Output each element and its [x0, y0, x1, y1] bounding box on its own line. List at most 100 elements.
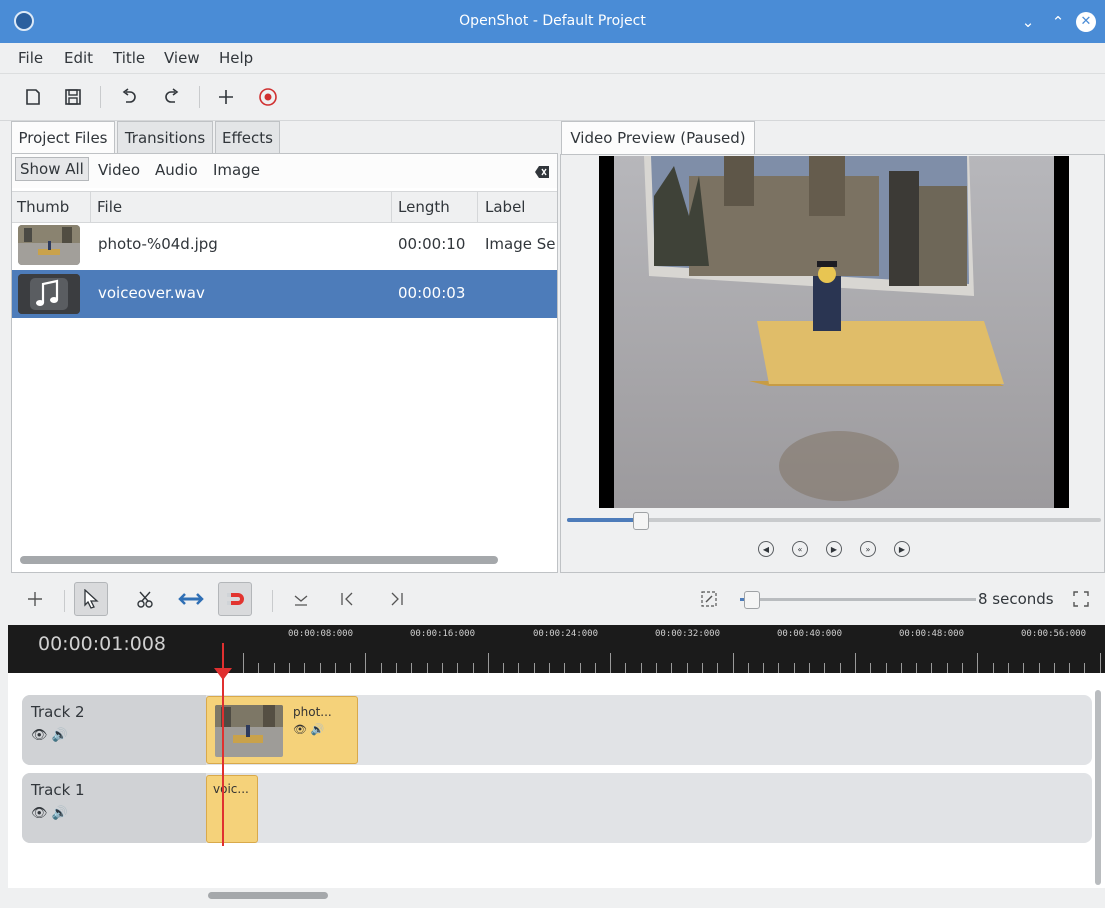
ruler-tick — [580, 663, 581, 673]
timeline-toolbar: 8 seconds — [0, 574, 1105, 624]
ruler-tick — [396, 663, 397, 673]
column-label[interactable]: Label — [485, 198, 525, 216]
add-track-icon[interactable] — [18, 582, 52, 616]
close-icon[interactable]: ✕ — [1076, 12, 1096, 32]
magnet-icon[interactable] — [218, 582, 252, 616]
tab-effects[interactable]: Effects — [215, 121, 280, 153]
ruler-tick — [855, 653, 856, 673]
clear-filter-icon[interactable] — [535, 164, 549, 182]
menu-file[interactable]: File — [18, 49, 43, 67]
ruler-label: 00:00:48:000 — [899, 629, 965, 639]
menu-title[interactable]: Title — [113, 49, 145, 67]
column-thumb[interactable]: Thumb — [17, 198, 69, 216]
playhead-line[interactable] — [222, 643, 224, 846]
file-name: voiceover.wav — [98, 284, 205, 302]
zoom-handle[interactable] — [744, 591, 760, 609]
speaker-icon[interactable]: 🔊 — [310, 723, 324, 736]
ruler-tick — [1100, 653, 1101, 673]
seek-slider[interactable] — [567, 512, 1101, 530]
ruler-tick — [473, 663, 474, 673]
current-timecode: 00:00:01:008 — [38, 633, 166, 655]
ruler-tick — [824, 663, 825, 673]
ruler-tick — [702, 663, 703, 673]
track-visibility-audio-icons[interactable]: 👁 🔊 — [31, 806, 68, 821]
column-file[interactable]: File — [97, 198, 122, 216]
fullscreen-icon[interactable] — [1064, 582, 1098, 616]
filter-image[interactable]: Image — [213, 161, 260, 179]
file-list-header: Thumb File Length Label — [12, 191, 557, 223]
razor-tool-icon[interactable] — [128, 582, 162, 616]
fast-forward-icon[interactable]: » — [860, 541, 876, 557]
ruler-tick — [625, 663, 626, 673]
ruler-tick — [840, 663, 841, 673]
snapping-arrows-icon[interactable] — [174, 582, 208, 616]
filter-show-all[interactable]: Show All — [15, 157, 89, 181]
new-project-icon[interactable] — [18, 82, 48, 112]
ruler-tick — [977, 653, 978, 673]
clip-label: voic... — [213, 782, 249, 796]
menu-help[interactable]: Help — [219, 49, 253, 67]
ruler-tick — [931, 663, 932, 673]
tab-project-files[interactable]: Project Files — [11, 121, 115, 155]
ruler-tick — [687, 663, 688, 673]
project-files-panel: Project Files Transitions Effects Show A… — [8, 121, 558, 573]
zoom-fit-icon[interactable] — [692, 582, 726, 616]
eye-icon[interactable]: 👁 — [293, 723, 307, 736]
filter-audio[interactable]: Audio — [155, 161, 198, 179]
export-video-icon[interactable] — [253, 82, 283, 112]
jump-start-icon[interactable]: ◀ — [758, 541, 774, 557]
tab-video-preview[interactable]: Video Preview (Paused) — [561, 121, 755, 155]
previous-marker-icon[interactable] — [330, 582, 364, 616]
eye-icon[interactable]: 👁 — [31, 806, 48, 821]
ruler-tick — [1069, 663, 1070, 673]
ruler-tick — [595, 663, 596, 673]
track-1-header[interactable]: Track 1 👁 🔊 — [22, 773, 206, 843]
ruler-tick — [427, 663, 428, 673]
file-name: photo-%04d.jpg — [98, 235, 218, 253]
track-visibility-audio-icons[interactable]: 👁 🔊 — [31, 728, 68, 743]
tab-transitions[interactable]: Transitions — [117, 121, 213, 153]
ruler-tick — [1008, 663, 1009, 673]
maximize-icon[interactable]: ⌃ — [1048, 12, 1068, 32]
speaker-icon[interactable]: 🔊 — [52, 806, 68, 821]
track-2-header[interactable]: Track 2 👁 🔊 — [22, 695, 206, 765]
import-files-icon[interactable] — [211, 82, 241, 112]
track-name: Track 1 — [31, 781, 85, 799]
clip-voiceover[interactable]: voic... — [206, 775, 258, 843]
eye-icon[interactable]: 👁 — [31, 728, 48, 743]
ruler-tick — [488, 653, 489, 673]
ruler-tick — [381, 663, 382, 673]
zoom-slider[interactable] — [740, 591, 976, 609]
jump-end-icon[interactable]: ▶ — [894, 541, 910, 557]
timeline-tracks: Track 2 👁 🔊 phot... 👁 🔊 Track 1 👁 🔊 voic… — [8, 673, 1105, 888]
menu-view[interactable]: View — [164, 49, 200, 67]
filter-video[interactable]: Video — [98, 161, 140, 179]
minimize-icon[interactable]: ⌄ — [1018, 12, 1038, 32]
redo-icon[interactable] — [157, 82, 187, 112]
save-project-icon[interactable] — [58, 82, 88, 112]
clip-photo[interactable]: phot... 👁 🔊 — [206, 696, 358, 764]
timeline-ruler[interactable]: 00:00:01:008 00:00:08:000 00:00:16:000 0… — [8, 625, 1105, 673]
tracks-vertical-scrollbar[interactable] — [1095, 690, 1101, 885]
select-tool-icon[interactable] — [74, 582, 108, 616]
ruler-tick — [564, 663, 565, 673]
file-row-photo[interactable]: photo-%04d.jpg 00:00:10 Image Se — [12, 221, 557, 269]
ruler-tick — [870, 663, 871, 673]
ruler-tick — [274, 663, 275, 673]
clip-icons: 👁 🔊 — [293, 723, 324, 736]
speaker-icon[interactable]: 🔊 — [52, 728, 68, 743]
tracks-horizontal-scrollbar[interactable] — [208, 892, 328, 899]
clip-thumbnail — [215, 705, 283, 757]
rewind-icon[interactable]: « — [792, 541, 808, 557]
next-marker-icon[interactable] — [380, 582, 414, 616]
undo-icon[interactable] — [114, 82, 144, 112]
play-icon[interactable]: ▶ — [826, 541, 842, 557]
column-length[interactable]: Length — [398, 198, 450, 216]
file-list-scrollbar[interactable] — [20, 556, 498, 564]
ruler-tick — [763, 663, 764, 673]
zoom-label: 8 seconds — [978, 590, 1054, 608]
menu-edit[interactable]: Edit — [64, 49, 93, 67]
seek-handle[interactable] — [633, 512, 649, 530]
file-row-voiceover[interactable]: voiceover.wav 00:00:03 — [12, 270, 557, 318]
add-marker-icon[interactable] — [284, 582, 318, 616]
